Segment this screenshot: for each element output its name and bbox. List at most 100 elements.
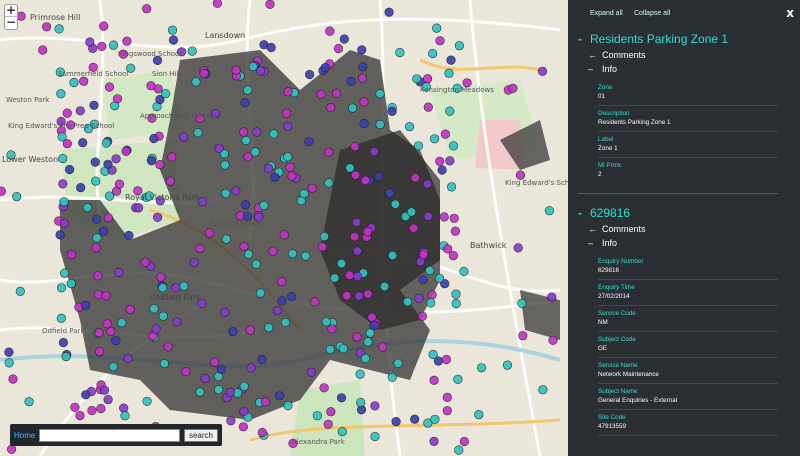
- data-point-marker[interactable]: [112, 94, 123, 104]
- data-point-marker[interactable]: [453, 374, 463, 384]
- data-point-marker[interactable]: [210, 357, 220, 367]
- data-point-marker[interactable]: [272, 306, 283, 316]
- data-point-marker[interactable]: [449, 213, 459, 223]
- data-point-marker[interactable]: [369, 320, 379, 330]
- data-point-marker[interactable]: [331, 88, 342, 98]
- data-point-marker[interactable]: [502, 360, 513, 370]
- data-point-marker[interactable]: [426, 298, 436, 308]
- data-point-marker[interactable]: [58, 337, 69, 348]
- zoom-out-button[interactable]: −: [5, 16, 17, 29]
- data-point-marker[interactable]: [450, 226, 461, 236]
- data-point-marker[interactable]: [79, 76, 89, 86]
- data-point-marker[interactable]: [353, 271, 363, 282]
- comments-toggle[interactable]: ← Comments: [568, 50, 800, 60]
- data-point-marker[interactable]: [287, 171, 297, 181]
- feature-header[interactable]: - 629816: [568, 206, 800, 220]
- data-point-marker[interactable]: [312, 411, 323, 421]
- data-point-marker[interactable]: [435, 36, 445, 46]
- data-point-marker[interactable]: [12, 192, 22, 202]
- data-point-marker[interactable]: [333, 43, 344, 54]
- data-point-marker[interactable]: [301, 251, 311, 261]
- data-point-marker[interactable]: [149, 304, 159, 314]
- data-point-marker[interactable]: [228, 327, 238, 337]
- data-point-marker[interactable]: [287, 292, 297, 302]
- data-point-marker[interactable]: [15, 286, 25, 297]
- data-point-marker[interactable]: [41, 22, 52, 32]
- data-point-marker[interactable]: [244, 249, 254, 259]
- data-point-marker[interactable]: [402, 297, 413, 307]
- data-point-marker[interactable]: [78, 138, 88, 148]
- data-point-marker[interactable]: [435, 156, 445, 166]
- data-point-marker[interactable]: [191, 77, 201, 87]
- data-point-marker[interactable]: [140, 257, 150, 267]
- data-point-marker[interactable]: [310, 297, 320, 307]
- data-point-marker[interactable]: [167, 25, 178, 35]
- data-point-marker[interactable]: [16, 11, 26, 21]
- data-point-marker[interactable]: [165, 176, 175, 186]
- data-point-marker[interactable]: [76, 183, 86, 193]
- data-point-marker[interactable]: [117, 318, 127, 328]
- data-point-marker[interactable]: [155, 160, 165, 170]
- data-point-marker[interactable]: [156, 272, 166, 282]
- data-point-marker[interactable]: [325, 26, 335, 36]
- data-point-marker[interactable]: [187, 46, 197, 56]
- data-point-marker[interactable]: [454, 445, 464, 455]
- data-point-marker[interactable]: [87, 405, 97, 416]
- data-point-marker[interactable]: [283, 400, 293, 411]
- data-point-marker[interactable]: [358, 62, 368, 72]
- data-point-marker[interactable]: [142, 4, 152, 14]
- data-point-marker[interactable]: [323, 419, 333, 429]
- data-point-marker[interactable]: [330, 273, 340, 283]
- search-button[interactable]: search: [183, 428, 218, 442]
- data-point-marker[interactable]: [81, 300, 91, 310]
- data-point-marker[interactable]: [158, 283, 168, 293]
- data-point-marker[interactable]: [339, 34, 349, 44]
- data-point-marker[interactable]: [221, 188, 231, 198]
- data-point-marker[interactable]: [104, 82, 115, 92]
- close-panel-button[interactable]: x: [786, 6, 794, 20]
- data-point-marker[interactable]: [91, 243, 101, 253]
- data-point-marker[interactable]: [441, 354, 452, 365]
- data-point-marker[interactable]: [171, 283, 181, 293]
- data-point-marker[interactable]: [283, 152, 293, 162]
- data-point-marker[interactable]: [287, 249, 298, 259]
- search-input[interactable]: [39, 428, 180, 442]
- data-point-marker[interactable]: [321, 317, 331, 327]
- data-point-marker[interactable]: [348, 103, 358, 113]
- data-point-marker[interactable]: [225, 387, 235, 398]
- data-point-marker[interactable]: [410, 173, 420, 183]
- data-point-marker[interactable]: [320, 62, 330, 73]
- data-point-marker[interactable]: [56, 313, 67, 323]
- data-point-marker[interactable]: [124, 230, 134, 241]
- data-point-marker[interactable]: [214, 385, 224, 395]
- data-point-marker[interactable]: [91, 176, 101, 186]
- data-point-marker[interactable]: [93, 271, 103, 281]
- data-point-marker[interactable]: [172, 317, 182, 327]
- data-point-marker[interactable]: [120, 411, 130, 421]
- data-point-marker[interactable]: [199, 68, 209, 78]
- data-point-marker[interactable]: [387, 106, 397, 116]
- data-point-marker[interactable]: [423, 211, 433, 222]
- data-point-marker[interactable]: [99, 385, 110, 395]
- data-point-marker[interactable]: [440, 129, 451, 139]
- data-point-marker[interactable]: [359, 118, 369, 129]
- data-point-marker[interactable]: [352, 217, 362, 228]
- data-point-marker[interactable]: [346, 76, 356, 86]
- data-point-marker[interactable]: [259, 200, 269, 210]
- data-point-marker[interactable]: [422, 179, 433, 189]
- data-point-marker[interactable]: [345, 163, 355, 173]
- data-point-marker[interactable]: [316, 89, 326, 99]
- data-point-marker[interactable]: [448, 141, 459, 151]
- data-point-marker[interactable]: [168, 35, 179, 45]
- data-point-marker[interactable]: [342, 291, 352, 301]
- data-point-marker[interactable]: [268, 246, 278, 256]
- data-point-marker[interactable]: [423, 102, 433, 112]
- data-point-marker[interactable]: [103, 395, 113, 405]
- data-point-marker[interactable]: [352, 332, 362, 342]
- home-link[interactable]: Home: [14, 431, 35, 440]
- data-point-marker[interactable]: [434, 273, 445, 283]
- data-point-marker[interactable]: [360, 175, 371, 185]
- data-point-marker[interactable]: [231, 186, 241, 196]
- data-point-marker[interactable]: [538, 385, 548, 395]
- data-point-marker[interactable]: [451, 298, 461, 309]
